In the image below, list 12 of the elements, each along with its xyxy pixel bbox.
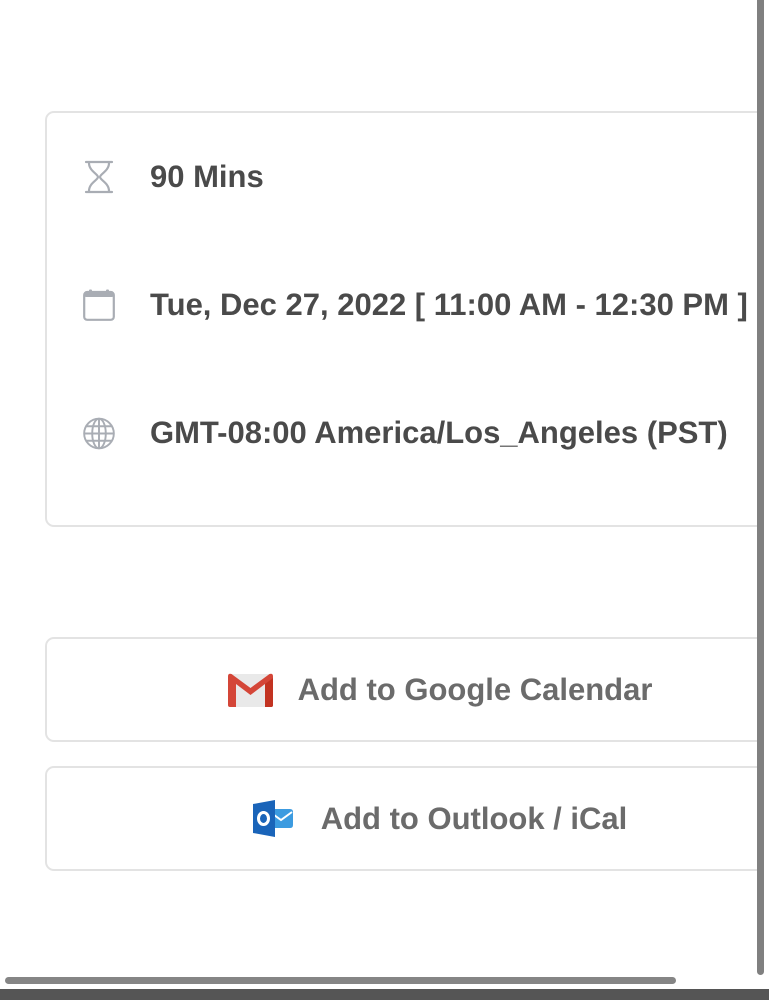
hourglass-icon: [83, 160, 115, 194]
calendar-icon: [83, 289, 115, 321]
outlook-ical-button[interactable]: Add to Outlook / iCal: [45, 766, 757, 871]
duration-text: 90 Mins: [150, 158, 264, 196]
o-envelope-icon: [252, 800, 293, 837]
timezone-text: GMT-08:00 America/Los_Angeles (PST): [150, 414, 728, 452]
vertical-scrollbar[interactable]: [757, 0, 764, 975]
date-time-text: Tue, Dec 27, 2022 [ 11:00 AM - 12:30 PM ]: [150, 286, 748, 324]
globe-icon: [83, 416, 115, 450]
horizontal-scrollbar[interactable]: [5, 977, 676, 984]
m-envelope-icon: [228, 672, 273, 706]
google-calendar-button[interactable]: Add to Google Calendar: [45, 637, 757, 742]
